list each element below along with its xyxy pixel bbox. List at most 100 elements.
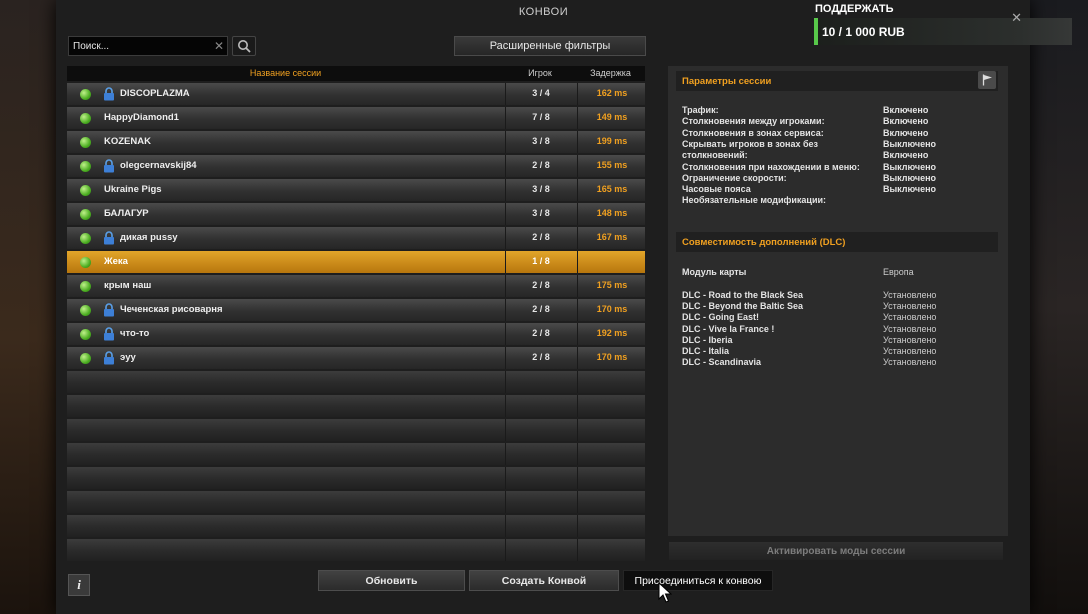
param-label: Скрывать игроков в зонах без bbox=[682, 138, 819, 149]
donation-amount: 10 / 1 000 RUB bbox=[822, 25, 905, 39]
dlc-name: DLC - Iberia bbox=[682, 334, 733, 345]
create-convoy-button[interactable]: Создать Конвой bbox=[469, 570, 619, 591]
players-cell: 3 / 4 bbox=[505, 83, 576, 105]
session-name: крым наш bbox=[104, 280, 152, 291]
background-right bbox=[1030, 0, 1088, 614]
mouse-cursor-icon bbox=[658, 582, 672, 603]
param-value: Включено bbox=[883, 116, 929, 127]
header-session-name[interactable]: Название сессии bbox=[67, 68, 504, 78]
lock-icon bbox=[104, 303, 114, 317]
empty-table-row bbox=[67, 443, 645, 465]
session-name: Жека bbox=[104, 256, 128, 267]
header-players[interactable]: Игрок bbox=[504, 68, 576, 78]
players-count: 3 / 4 bbox=[532, 88, 550, 98]
session-name-cell: дикая pussy bbox=[67, 227, 503, 249]
players-count: 1 / 8 bbox=[532, 256, 550, 266]
players-cell: 2 / 8 bbox=[505, 275, 576, 297]
refresh-button[interactable]: Обновить bbox=[318, 570, 465, 591]
param-value: Включено bbox=[883, 150, 929, 161]
ping-cell: 170 ms bbox=[577, 299, 646, 321]
map-module-label: Модуль карты bbox=[682, 267, 747, 277]
session-name-cell: что-то bbox=[67, 323, 503, 345]
dlc-name: DLC - Road to the Black Sea bbox=[682, 290, 804, 300]
search-box[interactable]: ✕ bbox=[68, 36, 228, 56]
dlc-name: DLC - Italia bbox=[682, 346, 730, 356]
players-count: 3 / 8 bbox=[532, 136, 550, 146]
info-button[interactable]: i bbox=[68, 574, 90, 596]
ping-value: 199 ms bbox=[596, 136, 628, 146]
window-title: КОНВОИ bbox=[518, 6, 569, 18]
dlc-name: DLC - Vive la France ! bbox=[682, 323, 775, 334]
close-icon[interactable]: ✕ bbox=[214, 38, 224, 54]
ping-cell: 199 ms bbox=[577, 131, 646, 153]
search-button[interactable] bbox=[232, 36, 256, 56]
session-table: Название сессии Игрок Задержка DISCOPLAZ… bbox=[67, 66, 645, 561]
param-value: Включено bbox=[883, 105, 929, 115]
table-row[interactable]: KOZENAK 3 / 8 199 ms bbox=[67, 131, 645, 153]
empty-table-row bbox=[67, 419, 645, 441]
online-dot-icon bbox=[80, 209, 91, 220]
ping-cell: 149 ms bbox=[577, 107, 646, 129]
ping-value: 167 ms bbox=[596, 232, 628, 242]
background-left bbox=[0, 0, 56, 614]
header-ping[interactable]: Задержка bbox=[576, 68, 645, 78]
session-name: KOZENAK bbox=[104, 136, 151, 147]
activate-mods-button[interactable]: Активировать моды сессии bbox=[669, 542, 1003, 560]
table-row[interactable]: Жека 1 / 8 bbox=[67, 251, 645, 273]
search-input[interactable] bbox=[73, 38, 203, 54]
empty-table-row bbox=[67, 491, 645, 513]
dlc-status: Установлено bbox=[883, 357, 937, 368]
table-row[interactable]: Чеченская рисоварня 2 / 8 170 ms bbox=[67, 299, 645, 321]
search-icon bbox=[238, 40, 251, 53]
session-name: эуу bbox=[120, 352, 136, 363]
table-row[interactable]: HappyDiamond1 7 / 8 149 ms bbox=[67, 107, 645, 129]
table-row[interactable]: эуу 2 / 8 170 ms bbox=[67, 347, 645, 369]
dlc-status: Установлено bbox=[883, 346, 937, 356]
table-row[interactable]: БАЛАГУР 3 / 8 148 ms bbox=[67, 203, 645, 225]
ping-cell: 192 ms bbox=[577, 323, 646, 345]
players-count: 3 / 8 bbox=[532, 208, 550, 218]
players-cell: 3 / 8 bbox=[505, 203, 576, 225]
ping-cell: 175 ms bbox=[577, 275, 646, 297]
empty-table-row bbox=[67, 395, 645, 417]
table-row[interactable]: дикая pussy 2 / 8 167 ms bbox=[67, 227, 645, 249]
session-name: olegcernavskij84 bbox=[120, 160, 197, 171]
dlc-status: Установлено bbox=[883, 334, 937, 345]
join-convoy-button[interactable]: Присоединиться к конвою bbox=[623, 570, 773, 591]
close-icon[interactable]: ✕ bbox=[1011, 10, 1022, 26]
online-dot-icon bbox=[80, 353, 91, 364]
param-label: Необязательные модификации: bbox=[682, 195, 827, 206]
players-count: 2 / 8 bbox=[532, 352, 550, 362]
online-dot-icon bbox=[80, 161, 91, 172]
report-button[interactable] bbox=[978, 71, 996, 89]
players-cell: 3 / 8 bbox=[505, 179, 576, 201]
donation-progress-accent bbox=[814, 18, 818, 45]
param-label: Трафик: bbox=[682, 105, 719, 115]
session-name-cell: olegcernavskij84 bbox=[67, 155, 503, 177]
dlc-header: Совместимость дополнений (DLC) bbox=[676, 232, 998, 252]
players-cell: 2 / 8 bbox=[505, 323, 576, 345]
online-dot-icon bbox=[80, 113, 91, 124]
table-row[interactable]: olegcernavskij84 2 / 8 155 ms bbox=[67, 155, 645, 177]
table-row[interactable]: что-то 2 / 8 192 ms bbox=[67, 323, 645, 345]
dlc-title: Совместимость дополнений (DLC) bbox=[682, 237, 846, 248]
session-name: DISCOPLAZMA bbox=[120, 88, 190, 99]
online-dot-icon bbox=[80, 305, 91, 316]
advanced-filters-button[interactable]: Расширенные фильтры bbox=[454, 36, 646, 56]
dlc-name: DLC - Going East! bbox=[682, 312, 759, 323]
ping-cell bbox=[577, 251, 646, 273]
lock-icon bbox=[104, 159, 114, 173]
donation-widget[interactable]: ПОДДЕРЖАТЬ 10 / 1 000 RUB ✕ bbox=[812, 0, 1088, 48]
players-cell: 1 / 8 bbox=[505, 251, 576, 273]
ping-value: 175 ms bbox=[596, 280, 628, 290]
session-name-cell: крым наш bbox=[67, 275, 503, 297]
convoy-window: КОНВОИ ✕ Расширенные фильтры Название се… bbox=[56, 0, 1030, 614]
table-row[interactable]: Ukraine Pigs 3 / 8 165 ms bbox=[67, 179, 645, 201]
map-module-value: Европа bbox=[883, 267, 914, 277]
table-row[interactable]: DISCOPLAZMA 3 / 4 162 ms bbox=[67, 83, 645, 105]
table-row[interactable]: крым наш 2 / 8 175 ms bbox=[67, 275, 645, 297]
session-details-panel: Параметры сессии Трафик: Включено Столкнов… bbox=[668, 66, 1008, 536]
session-params-title: Параметры сессии bbox=[682, 76, 772, 87]
lock-icon bbox=[104, 231, 114, 245]
session-name: что-то bbox=[120, 328, 150, 339]
